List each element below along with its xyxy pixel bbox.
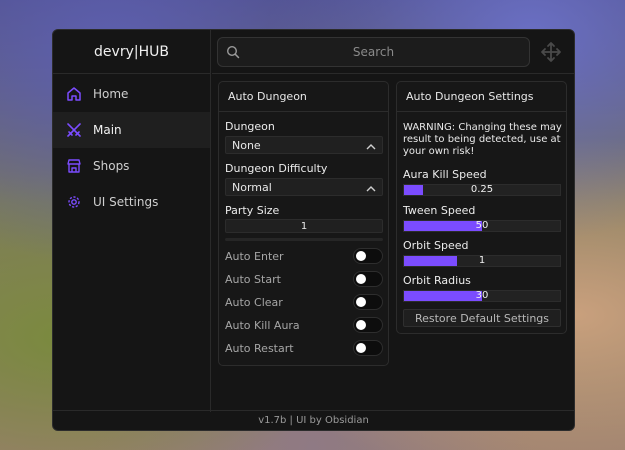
footer-credit: v1.7b | UI by Obsidian [53,410,574,430]
tween-speed-slider[interactable]: 50 [403,220,561,232]
tween-speed-label: Tween Speed [403,204,476,217]
auto-dungeon-settings-panel: Auto Dungeon Settings WARNING: Changing … [396,81,567,334]
dungeon-dropdown[interactable]: None [225,136,383,154]
toggle-switch[interactable] [353,271,383,287]
toggle-knob [356,274,366,284]
search-icon [226,45,240,62]
toggle-label: Auto Enter [225,250,284,263]
dropdown-value: None [232,138,261,152]
toggle-knob [356,251,366,261]
panel-title: Auto Dungeon [219,82,388,112]
slider-value: 0.25 [470,184,494,195]
search-input[interactable]: Search [217,37,530,67]
top-bar: Search [212,30,574,74]
party-size-label: Party Size [225,204,280,217]
toggle-switch[interactable] [353,294,383,310]
sidebar-item-home[interactable]: Home [53,76,210,112]
sidebar-item-label: Shops [93,159,130,173]
sidebar-item-shops[interactable]: Shops [53,148,210,184]
difficulty-dropdown[interactable]: Normal [225,178,383,196]
divider [225,238,383,241]
sidebar: devry|HUB Home Main Shops UI Settings [53,30,211,412]
hub-window: devry|HUB Home Main Shops UI Settings Se… [52,29,575,431]
toggle-switch[interactable] [353,340,383,356]
sidebar-item-label: UI Settings [93,195,159,209]
toggle-auto-clear[interactable]: Auto Clear [225,294,383,310]
orbit-radius-slider[interactable]: 30 [403,290,561,302]
toggle-switch[interactable] [353,317,383,333]
orbit-speed-label: Orbit Speed [403,239,469,252]
toggle-auto-restart[interactable]: Auto Restart [225,340,383,356]
slider-value: 1 [478,255,486,266]
toggle-auto-enter[interactable]: Auto Enter [225,248,383,264]
sidebar-item-main[interactable]: Main [53,112,210,148]
orbit-speed-slider[interactable]: 1 [403,255,561,267]
slider-value: 30 [475,290,489,301]
slider-value: 50 [475,220,489,231]
main-content: Auto Dungeon Dungeon None Dungeon Diffic… [212,75,574,412]
home-icon [66,86,82,102]
party-size-input[interactable]: 1 [225,219,383,233]
toggle-switch[interactable] [353,248,383,264]
toggle-label: Auto Restart [225,342,294,355]
restore-defaults-button[interactable]: Restore Default Settings [403,309,561,327]
dropdown-value: Normal [232,180,272,194]
toggle-auto-start[interactable]: Auto Start [225,271,383,287]
sidebar-item-label: Main [93,123,122,137]
toggle-label: Auto Kill Aura [225,319,300,332]
dungeon-label: Dungeon [225,120,275,133]
orbit-radius-label: Orbit Radius [403,274,471,287]
toggle-knob [356,297,366,307]
difficulty-label: Dungeon Difficulty [225,162,328,175]
warning-text: WARNING: Changing these may result to be… [403,122,562,157]
auto-dungeon-panel: Auto Dungeon Dungeon None Dungeon Diffic… [218,81,389,366]
move-icon[interactable] [540,41,562,66]
toggle-label: Auto Start [225,273,281,286]
swords-icon [66,122,82,138]
search-placeholder: Search [352,45,395,59]
aura-kill-speed-slider[interactable]: 0.25 [403,184,561,196]
sidebar-item-label: Home [93,87,129,101]
chevron-up-icon [366,141,376,154]
panel-title: Auto Dungeon Settings [397,82,566,112]
sidebar-item-ui-settings[interactable]: UI Settings [53,184,210,220]
aura-kill-speed-label: Aura Kill Speed [403,168,487,181]
gear-icon [66,194,82,210]
toggle-label: Auto Clear [225,296,283,309]
chevron-up-icon [366,183,376,196]
toggle-knob [356,343,366,353]
app-title: devry|HUB [53,30,210,74]
toggle-knob [356,320,366,330]
shop-icon [66,158,82,174]
toggle-auto-kill-aura[interactable]: Auto Kill Aura [225,317,383,333]
